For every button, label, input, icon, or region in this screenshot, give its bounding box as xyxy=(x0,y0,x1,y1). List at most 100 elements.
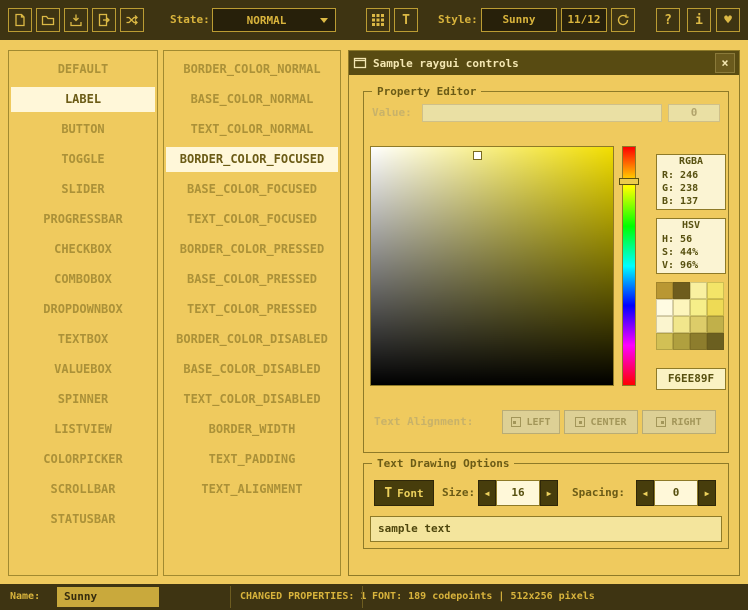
toolbar: State: NORMAL T Style: Sunny 11/12 ? i ♥ xyxy=(0,0,748,40)
new-file-button[interactable] xyxy=(8,8,32,32)
text-editor-button[interactable]: T xyxy=(394,8,418,32)
list-item[interactable]: TEXTBOX xyxy=(11,327,155,352)
color-swatch[interactable] xyxy=(673,316,690,333)
list-item[interactable]: BASE_COLOR_FOCUSED xyxy=(166,177,338,202)
reload-icon xyxy=(616,13,630,27)
list-item[interactable]: TEXT_COLOR_DISABLED xyxy=(166,387,338,412)
list-item[interactable]: STATUSBAR xyxy=(11,507,155,532)
size-increase-button[interactable]: ▶ xyxy=(540,480,558,506)
rgba-panel: RGBA R: 246 G: 238 B: 137 xyxy=(656,154,726,210)
list-item[interactable]: DEFAULT xyxy=(11,57,155,82)
list-item[interactable]: BORDER_COLOR_NORMAL xyxy=(166,57,338,82)
list-item[interactable]: VALUEBOX xyxy=(11,357,155,382)
style-name-button[interactable]: Sunny xyxy=(481,8,557,32)
list-item[interactable]: COLORPICKER xyxy=(11,447,155,472)
list-item[interactable]: TEXT_COLOR_PRESSED xyxy=(166,297,338,322)
color-swatch[interactable] xyxy=(673,333,690,350)
color-swatch[interactable] xyxy=(690,299,707,316)
spacing-decrease-button[interactable]: ◀ xyxy=(636,480,654,506)
help-button[interactable]: ? xyxy=(656,8,680,32)
close-button[interactable]: × xyxy=(715,53,735,73)
sample-text-input[interactable]: sample text xyxy=(370,516,722,542)
arrow-left-icon: ◀ xyxy=(485,489,490,498)
color-swatch[interactable] xyxy=(656,299,673,316)
style-table-button[interactable] xyxy=(366,8,390,32)
color-panel[interactable] xyxy=(370,146,614,386)
window-icon xyxy=(353,56,367,70)
list-item[interactable]: TEXT_COLOR_FOCUSED xyxy=(166,207,338,232)
align-right-button[interactable]: RIGHT xyxy=(642,410,716,434)
list-item[interactable]: SPINNER xyxy=(11,387,155,412)
value-label: Value: xyxy=(372,104,412,122)
font-button[interactable]: T Font xyxy=(374,480,434,506)
value-box[interactable]: 0 xyxy=(668,104,720,122)
color-cursor[interactable] xyxy=(473,151,482,160)
state-dropdown[interactable]: NORMAL xyxy=(212,8,336,32)
hue-bar[interactable] xyxy=(622,146,636,386)
save-file-icon xyxy=(69,13,83,27)
size-label: Size: xyxy=(442,480,475,506)
color-swatch[interactable] xyxy=(656,282,673,299)
color-swatch[interactable] xyxy=(690,282,707,299)
color-swatch[interactable] xyxy=(673,299,690,316)
align-center-button[interactable]: CENTER xyxy=(564,410,638,434)
color-swatch[interactable] xyxy=(707,333,724,350)
list-item[interactable]: LISTVIEW xyxy=(11,417,155,442)
list-item[interactable]: BASE_COLOR_NORMAL xyxy=(166,87,338,112)
spacing-increase-button[interactable]: ▶ xyxy=(698,480,716,506)
statusbar-divider xyxy=(230,586,231,608)
sponsor-button[interactable]: ♥ xyxy=(716,8,740,32)
color-swatch[interactable] xyxy=(690,333,707,350)
color-swatch[interactable] xyxy=(673,282,690,299)
list-item[interactable]: SLIDER xyxy=(11,177,155,202)
info-button[interactable]: i xyxy=(687,8,711,32)
hue-handle[interactable] xyxy=(619,178,639,185)
list-item[interactable]: DROPDOWNBOX xyxy=(11,297,155,322)
reload-style-button[interactable] xyxy=(611,8,635,32)
list-item[interactable]: BUTTON xyxy=(11,117,155,142)
controls-list: DEFAULT LABEL BUTTON TOGGLE SLIDER PROGR… xyxy=(8,50,158,576)
color-swatch[interactable] xyxy=(707,316,724,333)
list-item[interactable]: PROGRESSBAR xyxy=(11,207,155,232)
hex-color-input[interactable]: F6EE89F xyxy=(656,368,726,390)
color-swatch[interactable] xyxy=(656,333,673,350)
list-item[interactable]: BORDER_COLOR_PRESSED xyxy=(166,237,338,262)
rgba-b-value: B: 137 xyxy=(657,195,725,208)
window-title: Sample raygui controls xyxy=(373,57,715,70)
save-file-button[interactable] xyxy=(64,8,88,32)
sample-window: Sample raygui controls × Property Editor… xyxy=(348,50,740,576)
list-item[interactable]: SCROLLBAR xyxy=(11,477,155,502)
list-item[interactable]: TEXT_COLOR_NORMAL xyxy=(166,117,338,142)
style-name-field[interactable]: Sunny xyxy=(57,587,159,607)
random-style-button[interactable] xyxy=(120,8,144,32)
align-left-button[interactable]: LEFT xyxy=(502,410,560,434)
spacing-value-box[interactable]: 0 xyxy=(654,480,698,506)
export-style-button[interactable] xyxy=(92,8,116,32)
list-item[interactable]: BORDER_WIDTH xyxy=(166,417,338,442)
size-value-box[interactable]: 16 xyxy=(496,480,540,506)
window-titlebar[interactable]: Sample raygui controls × xyxy=(349,51,739,75)
size-decrease-button[interactable]: ◀ xyxy=(478,480,496,506)
color-swatch[interactable] xyxy=(707,282,724,299)
list-item[interactable]: TEXT_PADDING xyxy=(166,447,338,472)
value-slider[interactable] xyxy=(422,104,662,122)
export-style-icon xyxy=(97,13,111,27)
list-item[interactable]: BASE_COLOR_DISABLED xyxy=(166,357,338,382)
list-item[interactable]: COMBOBOX xyxy=(11,267,155,292)
list-item-selected[interactable]: BORDER_COLOR_FOCUSED xyxy=(166,147,338,172)
list-item-selected[interactable]: LABEL xyxy=(11,87,155,112)
align-right-label: RIGHT xyxy=(671,417,701,428)
close-icon: × xyxy=(721,56,728,70)
open-file-button[interactable] xyxy=(36,8,60,32)
list-item[interactable]: BASE_COLOR_PRESSED xyxy=(166,267,338,292)
color-swatch[interactable] xyxy=(656,316,673,333)
list-item[interactable]: TEXT_ALIGNMENT xyxy=(166,477,338,502)
list-item[interactable]: TOGGLE xyxy=(11,147,155,172)
list-item[interactable]: CHECKBOX xyxy=(11,237,155,262)
arrow-right-icon: ▶ xyxy=(705,489,710,498)
list-item[interactable]: BORDER_COLOR_DISABLED xyxy=(166,327,338,352)
property-editor-label: Property Editor xyxy=(372,84,481,99)
color-swatch[interactable] xyxy=(707,299,724,316)
color-swatch[interactable] xyxy=(690,316,707,333)
statusbar: Name: Sunny CHANGED PROPERTIES: 1 FONT: … xyxy=(0,584,748,610)
